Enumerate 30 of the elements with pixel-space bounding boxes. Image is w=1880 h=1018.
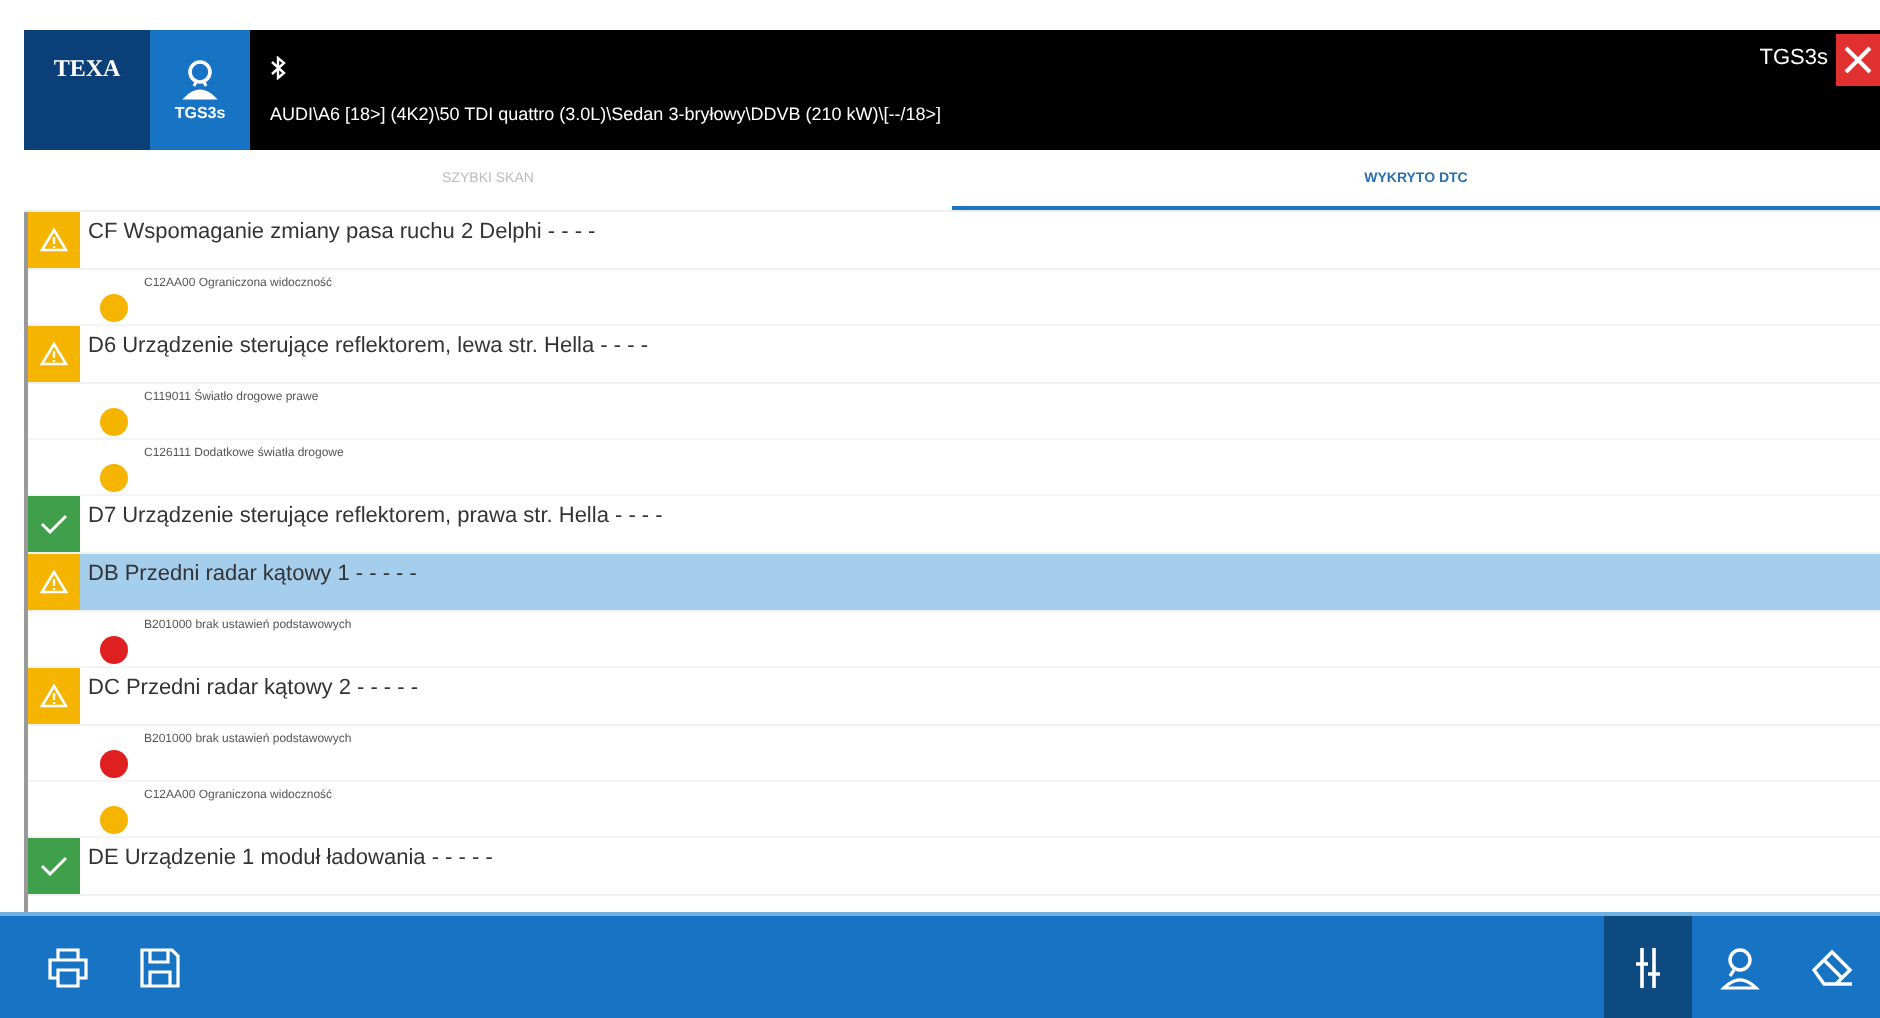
module-row[interactable]: D7 Urządzenie sterujące reflektorem, prawa str. Hella - - - -	[28, 496, 1880, 554]
eraser-icon	[1810, 945, 1854, 989]
texa-logo: TEXA	[24, 30, 150, 150]
warning-icon	[40, 342, 68, 366]
close-button[interactable]	[1836, 34, 1880, 86]
printer-icon	[46, 945, 90, 989]
check-icon	[40, 856, 68, 876]
device-name: TGS3s	[1759, 44, 1828, 74]
module-title: D6 Urządzenie sterujące reflektorem, lewa str. Hella - - - -	[88, 332, 648, 358]
device-button[interactable]: TGS3s	[150, 30, 250, 150]
warning-icon	[40, 228, 68, 252]
filter-button[interactable]	[1604, 916, 1692, 1018]
check-icon	[40, 514, 68, 534]
module-title: DB Przedni radar kątowy 1 - - - - -	[88, 560, 417, 586]
search-person-icon	[1718, 945, 1762, 989]
bluetooth-icon	[270, 56, 286, 80]
module-row[interactable]: CF Wspomaganie zmiany pasa ruchu 2 Delphi - - - -	[28, 212, 1880, 270]
module-title: CF Wspomaganie zmiany pasa ruchu 2 Delphi - - - -	[88, 218, 596, 244]
vehicle-path: AUDI\A6 [18>] (4K2)\50 TDI quattro (3.0L)\Sedan 3-bryłowy\DDVB (210 kW)\[--/18>]	[270, 104, 943, 124]
warning-icon	[40, 570, 68, 594]
module-title: DE Urządzenie 1 moduł ładowania - - - - -	[88, 844, 493, 870]
module-row[interactable]: DC Przedni radar kątowy 2 - - - - -	[28, 668, 1880, 726]
module-row[interactable]: DB Przedni radar kątowy 1 - - - - -	[28, 554, 1880, 612]
search-icon	[182, 59, 218, 99]
module-row[interactable]: DE Urządzenie 1 moduł ładowania - - - - -	[28, 838, 1880, 896]
module-title: D7 Urządzenie sterujące reflektorem, prawa str. Hella - - - -	[88, 502, 663, 528]
close-icon	[1842, 44, 1874, 76]
module-title: DC Przedni radar kątowy 2 - - - - -	[88, 674, 419, 700]
module-row[interactable]: D6 Urządzenie sterujące reflektorem, lewa str. Hella - - - -	[28, 326, 1880, 384]
warning-icon	[40, 684, 68, 708]
